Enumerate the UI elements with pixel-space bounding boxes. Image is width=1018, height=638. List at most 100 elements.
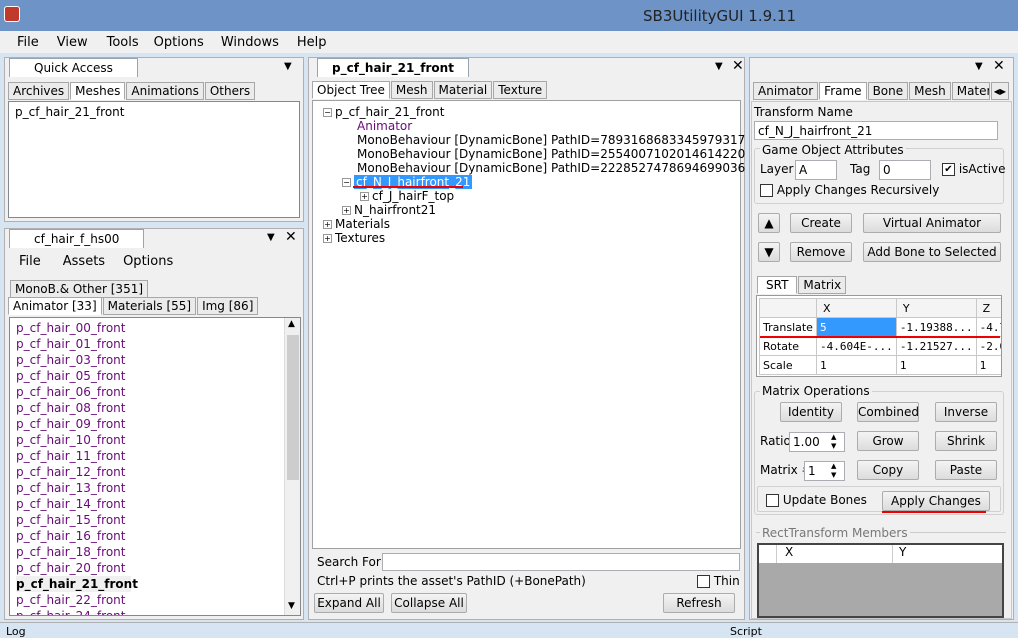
grid-cell[interactable]: 5 <box>815 317 897 337</box>
transform-name-input[interactable]: cf_N_J_hairfront_21 <box>754 121 998 140</box>
tab-object-tree[interactable]: Object Tree <box>312 81 390 99</box>
tab-meshes[interactable]: Meshes <box>70 82 126 100</box>
tab-mesh[interactable]: Mesh <box>390 81 433 99</box>
create-button[interactable]: Create <box>790 213 852 233</box>
list-item[interactable]: p_cf_hair_15_front <box>16 512 278 528</box>
tab-scroll-icon[interactable]: ◀▶ <box>990 82 1010 100</box>
grid-cell[interactable]: -2.04410... <box>975 336 1001 356</box>
scroll-down-icon[interactable]: ▼ <box>288 601 295 611</box>
inverse-button[interactable]: Inverse <box>935 402 997 422</box>
identity-button[interactable]: Identity <box>780 402 842 422</box>
layer-input[interactable]: A <box>795 160 837 180</box>
list-item[interactable]: p_cf_hair_24_front <box>16 608 278 615</box>
thin-checkbox[interactable]: Thin <box>697 574 740 588</box>
log-tab[interactable]: Log <box>6 625 26 638</box>
ratio-stepper[interactable]: 1.00 <box>789 432 845 452</box>
list-item[interactable]: p_cf_hair_12_front <box>16 464 278 480</box>
grid-cell[interactable]: -1.19388... <box>895 317 977 337</box>
isactive-checkbox[interactable]: ✔ isActive <box>942 162 1006 176</box>
file-editor-tab[interactable]: cf_hair_f_hs00 <box>9 229 145 248</box>
update-bones-checkbox[interactable]: Update Bones <box>766 493 867 507</box>
matrix-number-stepper[interactable]: 1 <box>804 461 845 481</box>
refresh-button[interactable]: Refresh <box>663 593 735 613</box>
list-item[interactable]: p_cf_hair_13_front <box>16 480 278 496</box>
collapse-icon[interactable]: − <box>342 178 351 187</box>
menu-options[interactable]: Options <box>154 32 221 52</box>
tab-animator[interactable]: Animator [33] <box>8 297 102 315</box>
stepper-icon[interactable]: ▲ ▼ <box>831 433 836 451</box>
list-item[interactable]: p_cf_hair_20_front <box>16 560 278 576</box>
paste-button[interactable]: Paste <box>935 460 997 480</box>
combined-button[interactable]: Combined <box>857 402 919 422</box>
expand-icon[interactable]: + <box>342 206 351 215</box>
close-icon[interactable]: ✕ <box>993 58 1005 74</box>
menu-tools[interactable]: Tools <box>107 32 154 52</box>
search-input[interactable] <box>382 553 740 571</box>
tree-node-mono[interactable]: MonoBehaviour [DynamicBone] PathID=22285… <box>357 161 745 175</box>
tab-material[interactable]: Material <box>433 81 493 99</box>
collapse-icon[interactable]: − <box>323 108 332 117</box>
tree-node-root[interactable]: − p_cf_hair_21_front <box>323 105 740 119</box>
menu-options[interactable]: Options <box>123 254 173 269</box>
list-item[interactable]: p_cf_hair_08_front <box>16 400 278 416</box>
quick-access-list[interactable]: p_cf_hair_21_front <box>8 101 300 218</box>
list-item[interactable]: p_cf_hair_00_front <box>16 320 278 336</box>
checkbox-icon[interactable] <box>766 494 779 507</box>
tab-others[interactable]: Others <box>204 82 256 100</box>
move-up-button[interactable]: ▲ <box>758 213 780 233</box>
chevron-down-icon[interactable]: ▼ <box>267 232 275 243</box>
tree-node-animator[interactable]: Animator <box>357 119 412 133</box>
tree-node-child[interactable]: cf_J_hairF_top <box>372 189 454 203</box>
collapse-all-button[interactable]: Collapse All <box>391 593 467 613</box>
chevron-down-icon[interactable]: ▼ <box>975 61 983 72</box>
tab-bone[interactable]: Bone <box>867 82 909 100</box>
tab-materials[interactable]: Materi <box>951 82 990 100</box>
chevron-down-icon[interactable]: ▼ <box>284 61 292 72</box>
tab-frame[interactable]: Frame <box>819 82 867 100</box>
menu-windows[interactable]: Windows <box>221 32 297 52</box>
grid-cell[interactable]: 1 <box>815 355 897 375</box>
rect-transform-grid[interactable]: X Y <box>757 543 1004 618</box>
tab-mesh[interactable]: Mesh <box>909 82 951 100</box>
chevron-down-icon[interactable]: ▼ <box>715 61 723 72</box>
menu-help[interactable]: Help <box>297 32 336 52</box>
tab-matrix[interactable]: Matrix <box>798 276 847 294</box>
tab-animations[interactable]: Animations <box>126 82 204 100</box>
tab-materials[interactable]: Materials [55] <box>102 297 197 315</box>
list-item[interactable]: p_cf_hair_10_front <box>16 432 278 448</box>
grid-cell[interactable]: -1.21527... <box>895 336 977 356</box>
tree-node-mono[interactable]: MonoBehaviour [DynamicBone] PathID=78931… <box>357 133 745 147</box>
animator-list[interactable]: p_cf_hair_00_front p_cf_hair_01_front p_cf… <box>9 317 301 616</box>
virtual-animator-button[interactable]: Virtual Animator <box>863 213 1001 233</box>
list-item[interactable]: p_cf_hair_16_front <box>16 528 278 544</box>
list-item[interactable]: p_cf_hair_03_front <box>16 352 278 368</box>
menu-file[interactable]: File <box>19 254 41 269</box>
expand-all-button[interactable]: Expand All <box>314 593 384 613</box>
list-item[interactable]: p_cf_hair_06_front <box>16 384 278 400</box>
tag-input[interactable]: 0 <box>879 160 931 180</box>
list-item[interactable]: p_cf_hair_18_front <box>16 544 278 560</box>
tree-node-mono[interactable]: MonoBehaviour [DynamicBone] PathID=25540… <box>357 147 745 161</box>
script-tab[interactable]: Script <box>730 625 762 638</box>
list-item[interactable]: p_cf_hair_01_front <box>16 336 278 352</box>
move-down-button[interactable]: ▼ <box>758 242 780 262</box>
recursive-checkbox[interactable]: Apply Changes Recursively <box>760 183 939 197</box>
expand-icon[interactable]: + <box>323 234 332 243</box>
add-bone-button[interactable]: Add Bone to Selected <box>863 242 1001 262</box>
menu-file[interactable]: File <box>17 32 57 52</box>
grid-cell[interactable]: 1 <box>975 355 1001 375</box>
checkbox-icon[interactable] <box>697 575 710 588</box>
tab-img[interactable]: Img [86] <box>197 297 259 315</box>
list-item[interactable]: p_cf_hair_21_front <box>16 576 138 592</box>
tree-node-nhairfront[interactable]: N_hairfront21 <box>354 203 436 217</box>
list-item[interactable]: p_cf_hair_21_front <box>15 105 293 119</box>
copy-button[interactable]: Copy <box>857 460 919 480</box>
tab-archives[interactable]: Archives <box>8 82 70 100</box>
scroll-up-icon[interactable]: ▲ <box>288 319 295 329</box>
grow-button[interactable]: Grow <box>857 431 919 451</box>
menu-view[interactable]: View <box>57 32 107 52</box>
tab-animator[interactable]: Animator <box>753 82 819 100</box>
tab-texture[interactable]: Texture <box>493 81 548 99</box>
list-item[interactable]: p_cf_hair_22_front <box>16 592 278 608</box>
grid-cell[interactable]: -4.71844... <box>975 317 1001 337</box>
